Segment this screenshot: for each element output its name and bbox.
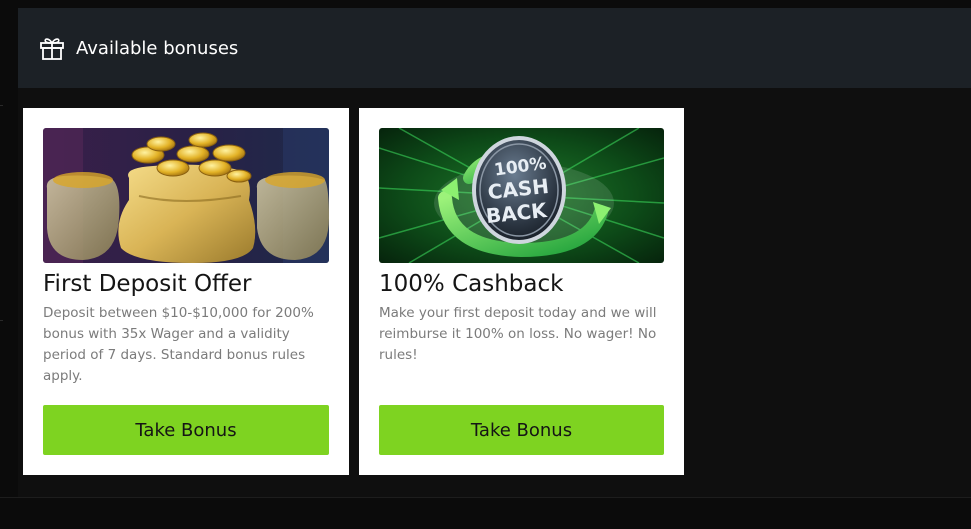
take-bonus-button[interactable]: Take Bonus — [43, 405, 329, 455]
bonus-card-cashback: 100% CASH BACK 100% Cashback Make your f… — [359, 108, 684, 475]
bonus-title: 100% Cashback — [379, 271, 564, 297]
bottom-divider — [0, 497, 971, 498]
side-divider-mark — [0, 105, 3, 106]
bonus-description: Deposit between $10-$10,000 for 200% bon… — [43, 305, 314, 384]
cashback-coin-image: 100% CASH BACK — [379, 128, 664, 263]
side-divider-mark — [0, 320, 3, 321]
take-bonus-button[interactable]: Take Bonus — [379, 405, 664, 455]
bonuses-header: Available bonuses — [18, 8, 971, 88]
gift-icon — [38, 34, 66, 62]
page-title: Available bonuses — [76, 37, 239, 59]
bonus-card-first-deposit: First Deposit Offer Deposit between $10-… — [23, 108, 349, 475]
bonus-title: First Deposit Offer — [43, 271, 252, 297]
gold-coin-bag-image — [43, 128, 329, 263]
bonus-description: Make your first deposit today and we wil… — [379, 305, 657, 363]
